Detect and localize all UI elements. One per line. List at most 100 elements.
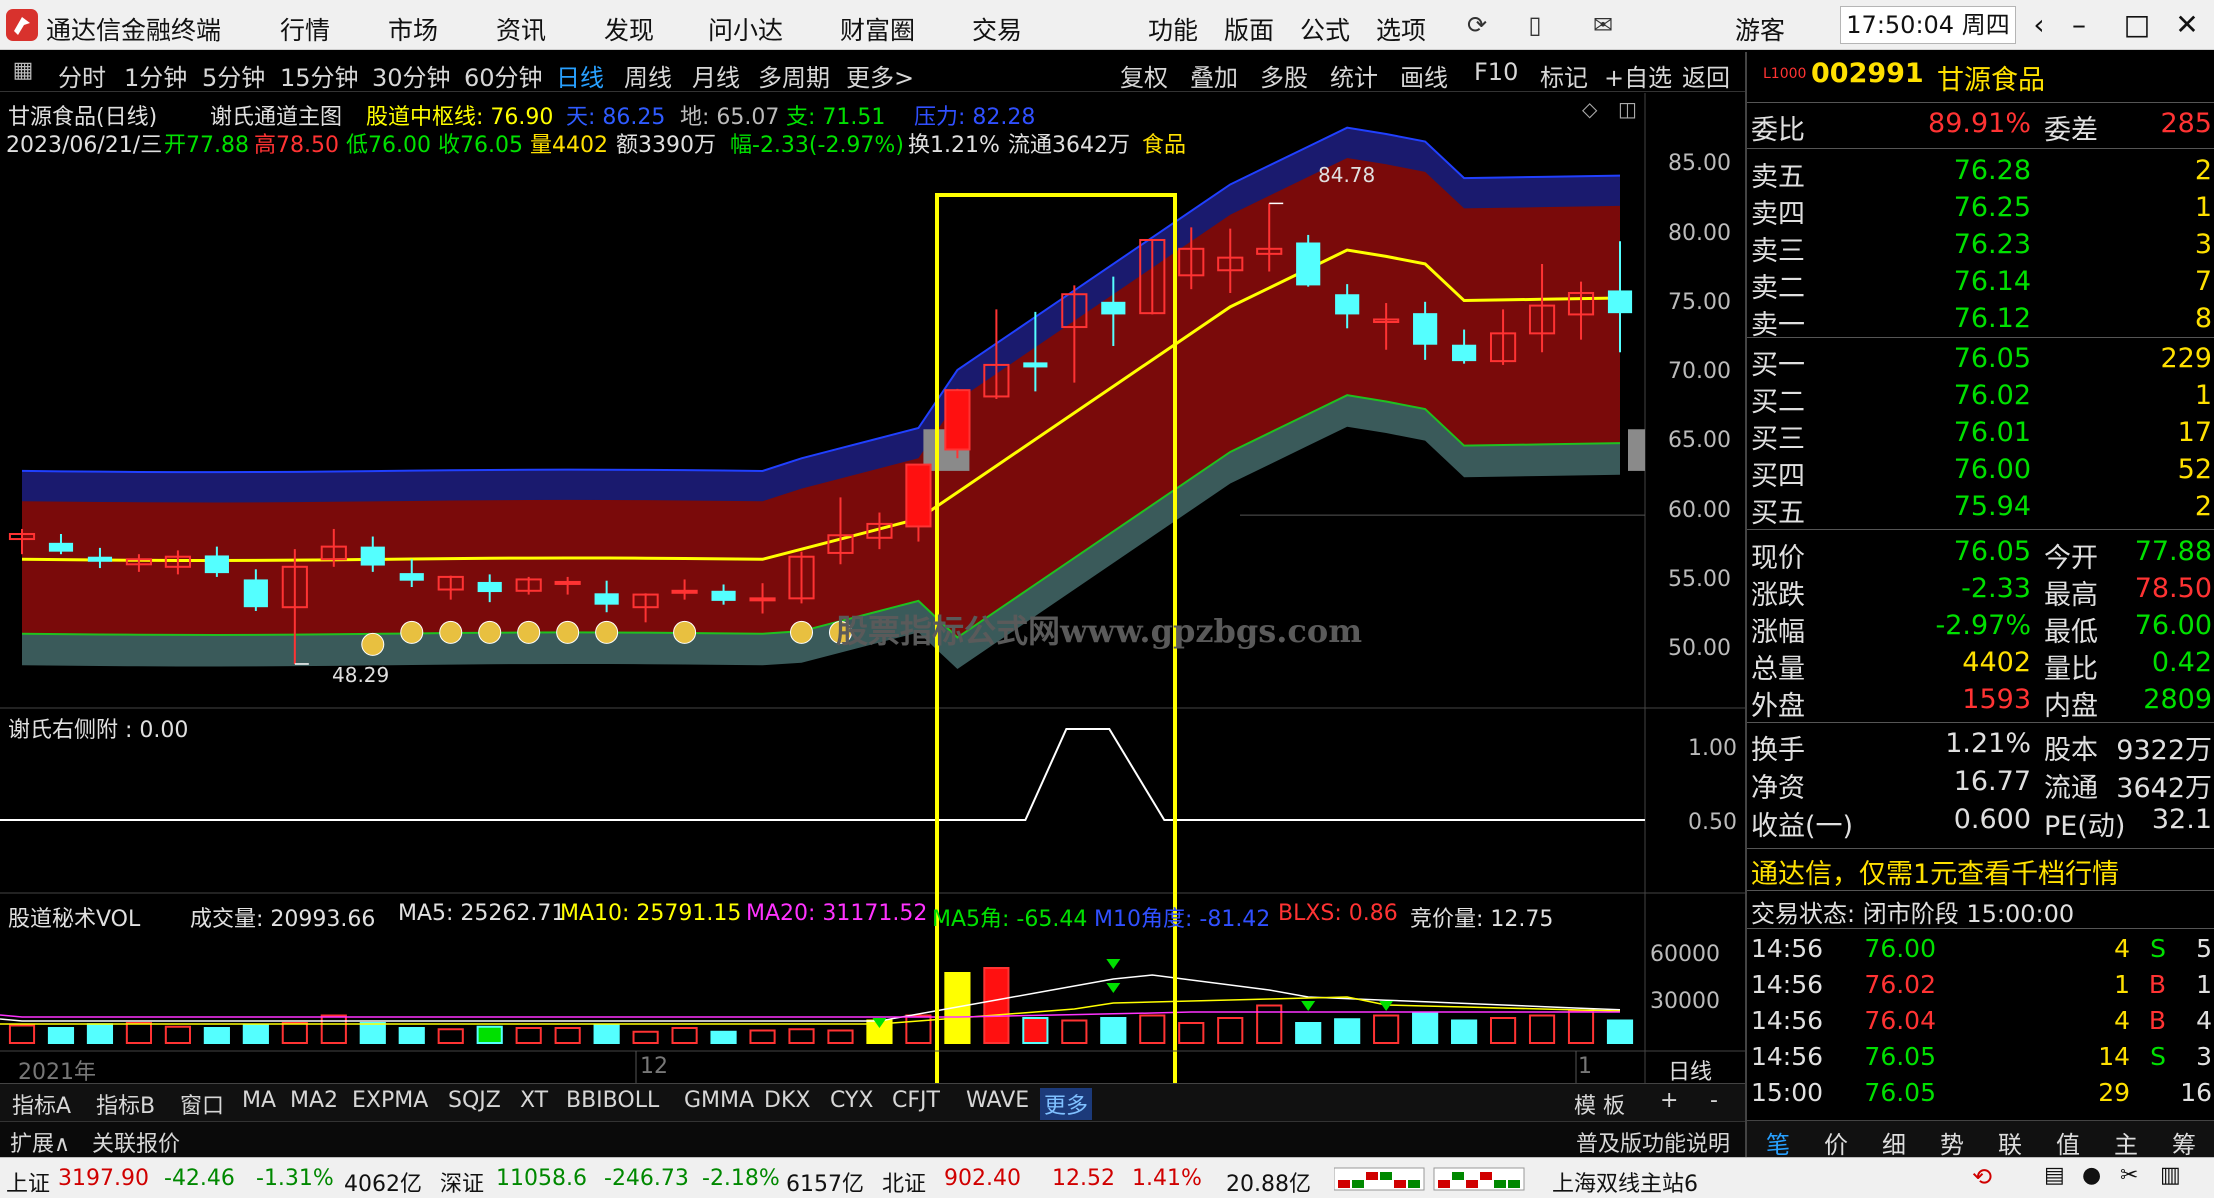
- tool-back[interactable]: 返回: [1682, 58, 1730, 93]
- level1-badge-icon: L1000: [1763, 66, 1807, 82]
- tab-wave[interactable]: WAVE: [962, 1088, 1033, 1113]
- sz-label[interactable]: 深证: [440, 1166, 484, 1198]
- period-weekly[interactable]: 周线: [624, 58, 672, 93]
- tool-mark[interactable]: 标记: [1540, 58, 1588, 93]
- user-label[interactable]: 游客: [1735, 11, 1785, 47]
- server-name[interactable]: 上海双线主站6: [1552, 1166, 1698, 1198]
- diamond-icon[interactable]: ◇: [1582, 97, 1597, 121]
- panel-toggle-icon[interactable]: ◫: [1618, 97, 1637, 121]
- tab-indicator-a[interactable]: 指标A: [8, 1088, 75, 1120]
- tab-window[interactable]: 窗口: [176, 1088, 228, 1120]
- related-quotes-button[interactable]: 关联报价: [88, 1126, 184, 1158]
- promo-banner[interactable]: 通达信，仅需1元查看千档行情: [1747, 852, 2214, 890]
- period-15min[interactable]: 15分钟: [280, 58, 359, 93]
- panel-tab[interactable]: 细: [1869, 1125, 1919, 1160]
- template-button[interactable]: 模 板: [1570, 1088, 1629, 1120]
- kline-chart[interactable]: 甘源食品(日线) 谢氏通道主图 股道中枢线: 76.90 天: 86.25 地:…: [0, 93, 1745, 1085]
- bid-row[interactable]: 买五 75.94 2: [1747, 491, 2214, 529]
- connection-icon[interactable]: ⟲: [1972, 1163, 1992, 1191]
- sh-label[interactable]: 上证: [6, 1166, 50, 1198]
- period-1min[interactable]: 1分钟: [124, 58, 187, 93]
- panel-tab[interactable]: 筹: [2159, 1125, 2209, 1160]
- vol-indicator-name[interactable]: 股道秘术VOL: [8, 901, 140, 933]
- tool-add-watchlist[interactable]: +自选: [1604, 58, 1672, 93]
- ask-row[interactable]: 卖二 76.14 7: [1747, 266, 2214, 304]
- menu-market[interactable]: 市场: [388, 11, 438, 47]
- menu-discover[interactable]: 发现: [604, 11, 654, 47]
- panel-tab[interactable]: 主: [2101, 1125, 2151, 1160]
- back-arrow-icon[interactable]: ‹: [2020, 8, 2058, 42]
- money-bag-icon: [361, 632, 385, 656]
- tab-bbiboll[interactable]: BBIBOLL: [562, 1088, 663, 1113]
- phone-icon[interactable]: ▯: [1518, 10, 1552, 40]
- tab-dkx[interactable]: DKX: [760, 1088, 814, 1113]
- refresh-icon[interactable]: ⟳: [1460, 10, 1494, 40]
- period-timeshare[interactable]: 分时: [58, 58, 106, 93]
- tab-cyx[interactable]: CYX: [826, 1088, 877, 1113]
- ask-row[interactable]: 卖三 76.23 3: [1747, 229, 2214, 267]
- tab-gmma[interactable]: GMMA: [680, 1088, 758, 1113]
- bid-row[interactable]: 买四 76.00 52: [1747, 454, 2214, 492]
- tab-xt[interactable]: XT: [516, 1088, 552, 1113]
- menu-function[interactable]: 功能: [1148, 11, 1198, 47]
- tool-f10[interactable]: F10: [1474, 58, 1518, 86]
- grid-icon[interactable]: ▦: [6, 56, 40, 86]
- menu-xiaoda[interactable]: 问小达: [708, 11, 783, 47]
- tab-expma[interactable]: EXPMA: [348, 1088, 432, 1113]
- bid-row[interactable]: 买一 76.05 229: [1747, 343, 2214, 381]
- panel-tab[interactable]: 价: [1811, 1125, 1861, 1160]
- user-circle-icon[interactable]: ●: [2082, 1163, 2101, 1188]
- maximize-icon[interactable]: □: [2118, 8, 2156, 42]
- sub1-label[interactable]: 谢氏右侧附 : 0.00: [8, 712, 188, 744]
- menu-layout[interactable]: 版面: [1224, 11, 1274, 47]
- tab-cfjt[interactable]: CFJT: [888, 1088, 944, 1113]
- bid-row[interactable]: 买二 76.02 1: [1747, 380, 2214, 418]
- period-multi[interactable]: 多周期: [758, 58, 830, 93]
- tool-draw[interactable]: 画线: [1400, 58, 1448, 93]
- volume-bar: [125, 1022, 153, 1044]
- panel-tab[interactable]: 笔: [1753, 1125, 1803, 1160]
- feature-help-button[interactable]: 普及版功能说明: [1572, 1126, 1734, 1158]
- tool-multi-stock[interactable]: 多股: [1260, 58, 1308, 93]
- panel-tab[interactable]: 值: [2043, 1125, 2093, 1160]
- sh-amount: 4062亿: [344, 1172, 422, 1197]
- menu-news[interactable]: 资讯: [496, 11, 546, 47]
- ask-row[interactable]: 卖四 76.25 1: [1747, 192, 2214, 230]
- chart-settings-icon[interactable]: ▥: [2160, 1163, 2181, 1188]
- close-icon[interactable]: ✕: [2168, 8, 2206, 42]
- ask-row[interactable]: 卖一 76.12 8: [1747, 303, 2214, 341]
- expand-button[interactable]: 扩展∧: [6, 1126, 74, 1158]
- period-60min[interactable]: 60分钟: [464, 58, 543, 93]
- tool-overlay[interactable]: 叠加: [1190, 58, 1238, 93]
- bid-row[interactable]: 买三 76.01 17: [1747, 417, 2214, 455]
- menu-formula[interactable]: 公式: [1300, 11, 1350, 47]
- menu-options[interactable]: 选项: [1376, 11, 1426, 47]
- tool-stats[interactable]: 统计: [1330, 58, 1378, 93]
- zoom-out-button[interactable]: -: [1706, 1088, 1722, 1113]
- menu-wealth[interactable]: 财富圈: [840, 11, 915, 47]
- period-5min[interactable]: 5分钟: [202, 58, 265, 93]
- tools-icon[interactable]: ✂: [2120, 1163, 2138, 1188]
- period-30min[interactable]: 30分钟: [372, 58, 451, 93]
- menu-trade[interactable]: 交易: [972, 11, 1022, 47]
- bj-label[interactable]: 北证: [882, 1166, 926, 1198]
- period-monthly[interactable]: 月线: [692, 58, 740, 93]
- menu-quotes[interactable]: 行情: [280, 11, 330, 47]
- tab-more[interactable]: 更多: [1040, 1088, 1093, 1120]
- tool-adjust[interactable]: 复权: [1120, 58, 1168, 93]
- tab-sqjz[interactable]: SQJZ: [444, 1088, 505, 1113]
- chart-canvas[interactable]: [0, 93, 1745, 1083]
- zoom-in-button[interactable]: +: [1656, 1088, 1682, 1113]
- panel-tab[interactable]: 联: [1985, 1125, 2035, 1160]
- minimize-icon[interactable]: –: [2060, 8, 2098, 42]
- tab-indicator-b[interactable]: 指标B: [92, 1088, 159, 1120]
- tab-ma[interactable]: MA: [238, 1088, 280, 1113]
- tab-ma2[interactable]: MA2: [286, 1088, 342, 1113]
- period-daily[interactable]: 日线: [556, 58, 604, 93]
- ask-row[interactable]: 卖五 76.28 2: [1747, 155, 2214, 193]
- mail-icon[interactable]: ✉: [1586, 10, 1620, 40]
- layout-icon[interactable]: ▤: [2044, 1163, 2065, 1188]
- panel-tab[interactable]: 势: [1927, 1125, 1977, 1160]
- volume-bar: [1022, 1017, 1049, 1044]
- period-more[interactable]: 更多>: [846, 58, 914, 93]
